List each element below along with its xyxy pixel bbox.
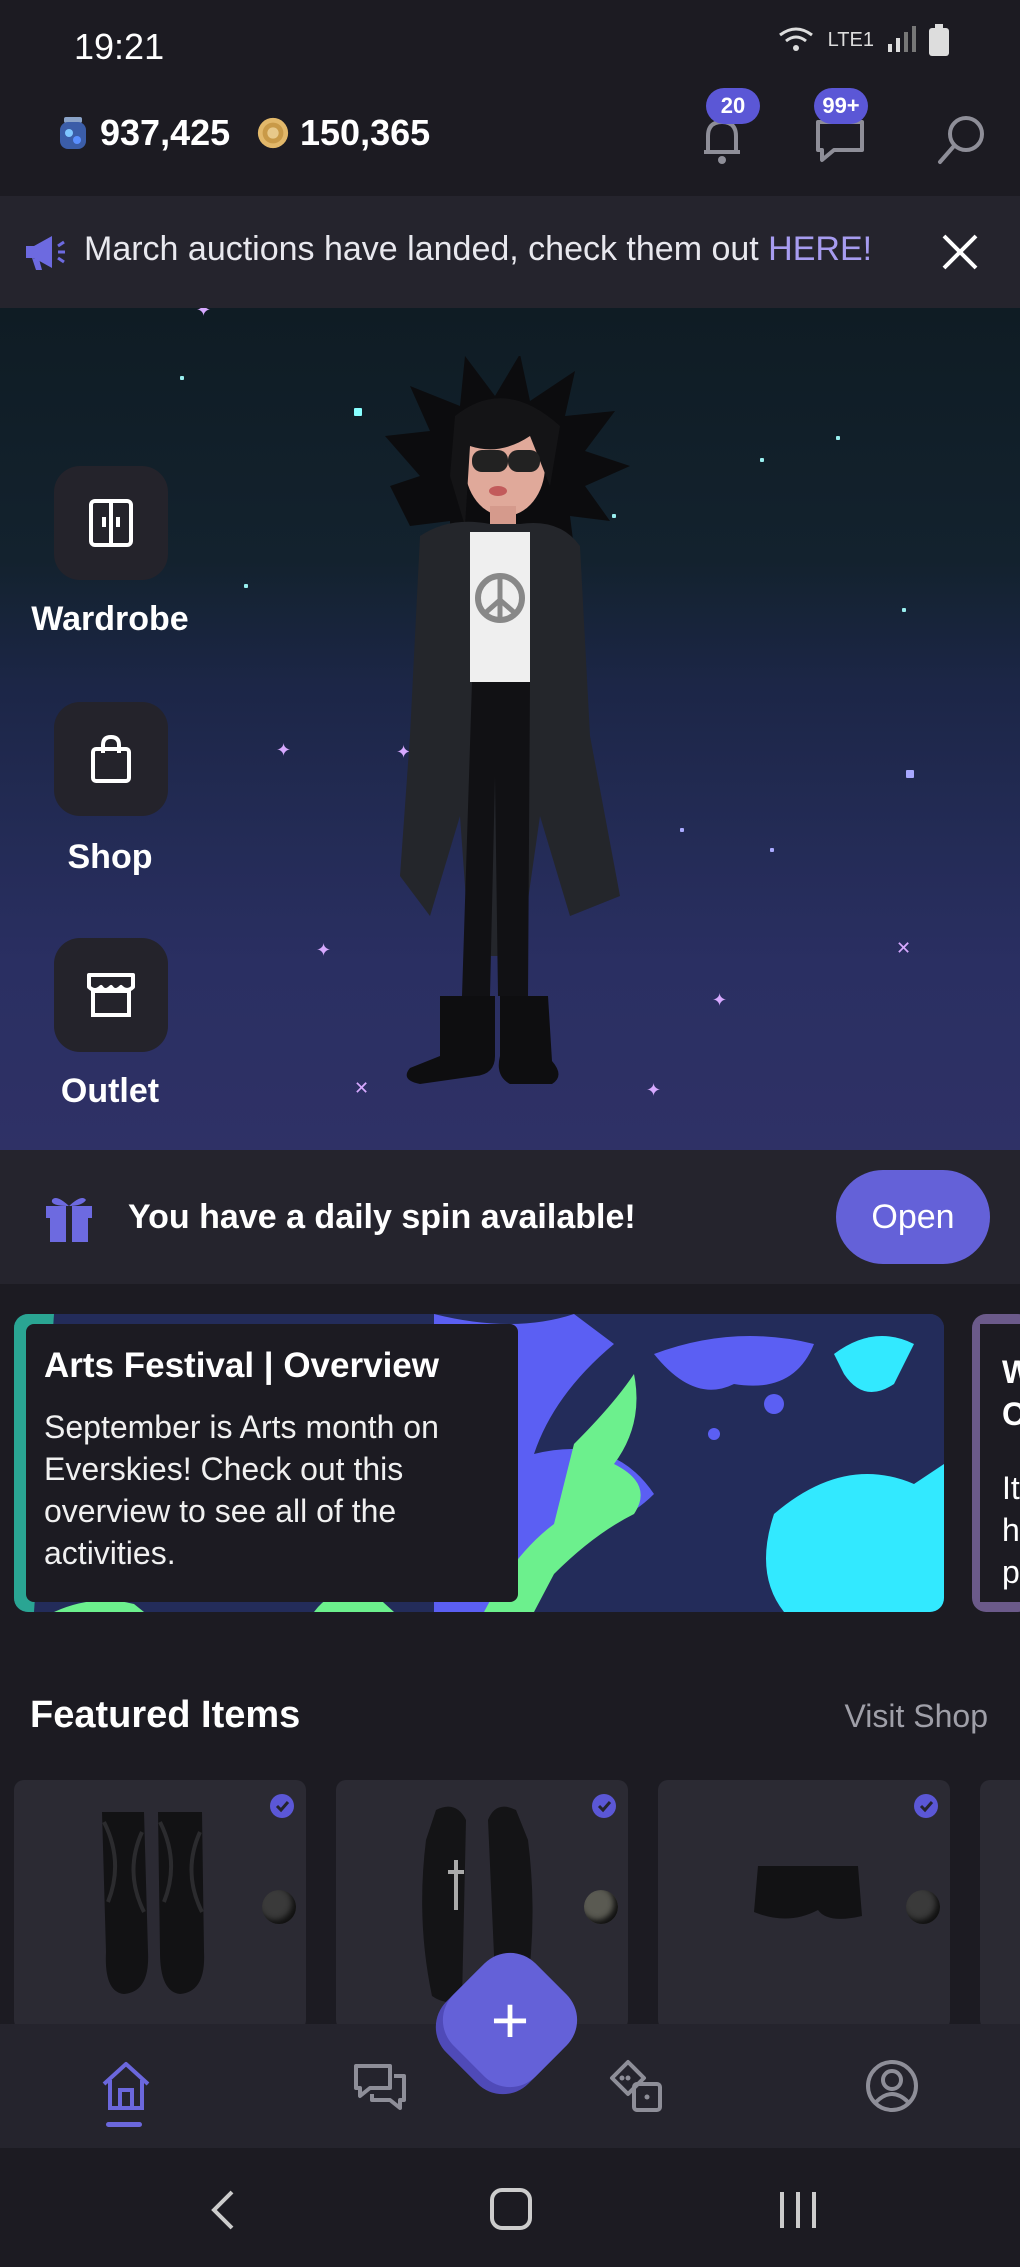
store-icon <box>87 973 135 1017</box>
announcement-link[interactable]: HERE! <box>768 230 872 268</box>
back-icon[interactable] <box>208 2188 238 2232</box>
news-card-next-line: h <box>1002 1512 1020 1548</box>
messages-badge: 99+ <box>814 88 868 124</box>
app-header: 937,425 150,365 20 99+ <box>0 88 1020 190</box>
sparkle: ✦ <box>646 1080 662 1100</box>
user-avatar[interactable] <box>380 356 640 1096</box>
shopping-bag-icon <box>91 734 131 783</box>
shop-label[interactable]: Shop <box>0 838 220 877</box>
news-card-next-line: It <box>1002 1470 1020 1506</box>
megaphone-icon <box>26 236 65 270</box>
featured-item[interactable] <box>14 1780 306 2030</box>
star <box>180 376 184 380</box>
star <box>836 436 840 440</box>
badge-icon <box>270 1794 294 1818</box>
coin-icon <box>257 117 289 149</box>
close-icon[interactable] <box>940 232 980 272</box>
outlet-label[interactable]: Outlet <box>0 1072 220 1111</box>
sparkle: ✦ <box>712 990 728 1010</box>
recents-icon[interactable] <box>776 2188 820 2232</box>
sparkle: ✦ <box>316 940 332 960</box>
active-tab-indicator <box>106 2122 142 2127</box>
plus-icon[interactable]: + <box>452 1962 568 2078</box>
signal-icon <box>888 26 916 52</box>
announcement-message: March auctions have landed, check them o… <box>84 230 769 268</box>
gift-icon <box>46 1198 92 1242</box>
star <box>680 828 684 832</box>
news-card-next[interactable]: W C It h p <box>972 1314 1020 1612</box>
status-time: 19:21 <box>74 26 165 67</box>
gems-value: 937,425 <box>100 112 231 153</box>
gems-balance[interactable]: 937,425 <box>56 112 230 154</box>
star <box>770 848 774 852</box>
notifications-button[interactable]: 20 <box>692 88 760 170</box>
avatar-scene: ✦ ✦ ✦ ✦ ✦ ✦ ✕ ✕ Wardrobe Shop Outlet <box>0 308 1020 1150</box>
daily-spin-banner: You have a daily spin available! Open <box>0 1150 1020 1284</box>
sparkle: ✕ <box>896 938 912 958</box>
system-navigation-bar <box>0 2148 1020 2267</box>
battery-icon <box>929 24 949 56</box>
star <box>244 584 248 588</box>
daily-spin-text: You have a daily spin available! <box>128 1198 636 1236</box>
sparkle: ✦ <box>276 740 292 760</box>
wifi-icon <box>778 27 813 51</box>
news-card-next-panel: W C It h p <box>980 1324 1020 1602</box>
mini-skirt-image <box>754 1866 862 1919</box>
chat-icon[interactable] <box>352 2058 408 2114</box>
badge-icon <box>592 1794 616 1818</box>
fur-boots-image <box>102 1812 205 1994</box>
dice-icon[interactable] <box>608 2058 664 2114</box>
status-indicators: LTE1 <box>776 24 950 56</box>
star <box>760 458 764 462</box>
status-bar: 19:21 LTE1 <box>0 0 1020 90</box>
sparkle: ✦ <box>196 308 212 320</box>
wardrobe-label[interactable]: Wardrobe <box>0 600 220 639</box>
visit-shop-link[interactable]: Visit Shop <box>845 1698 989 1735</box>
messages-button[interactable]: 99+ <box>810 88 870 170</box>
wardrobe-icon <box>89 499 133 547</box>
news-card[interactable]: Arts Festival | Overview September is Ar… <box>14 1314 944 1612</box>
news-card-body: September is Arts month on Everskies! Ch… <box>44 1409 439 1571</box>
featured-item[interactable] <box>980 1780 1020 2030</box>
coins-balance[interactable]: 150,365 <box>256 112 430 154</box>
announcement-text: March auctions have landed, check them o… <box>84 230 872 269</box>
star <box>902 608 906 612</box>
sparkle: ✕ <box>354 1078 370 1098</box>
color-swatch[interactable] <box>262 1890 296 1924</box>
network-type: LTE1 <box>827 28 874 51</box>
coins-value: 150,365 <box>300 112 431 153</box>
news-card-title: Arts Festival | Overview <box>44 1346 439 1385</box>
gem-jar-icon <box>60 117 86 149</box>
search-button[interactable] <box>932 110 992 170</box>
badge-icon <box>914 1794 938 1818</box>
announcement-banner: March auctions have landed, check them o… <box>0 196 1020 308</box>
star <box>906 770 914 778</box>
news-card-next-subtitle: C <box>1002 1396 1020 1432</box>
open-spin-button[interactable]: Open <box>836 1170 990 1264</box>
color-swatch[interactable] <box>584 1890 618 1924</box>
featured-item[interactable] <box>658 1780 950 2030</box>
shop-button[interactable] <box>54 702 168 816</box>
color-swatch[interactable] <box>906 1890 940 1924</box>
featured-items-title: Featured Items <box>30 1694 301 1736</box>
news-card-panel: Arts Festival | Overview September is Ar… <box>26 1324 518 1602</box>
search-icon <box>938 116 984 164</box>
news-card-next-title: W <box>1002 1354 1020 1390</box>
home-icon[interactable] <box>98 2058 154 2114</box>
outlet-button[interactable] <box>54 938 168 1052</box>
wardrobe-button[interactable] <box>54 466 168 580</box>
star <box>354 408 362 416</box>
notifications-badge: 20 <box>706 88 760 124</box>
profile-icon[interactable] <box>864 2058 920 2114</box>
home-system-icon[interactable] <box>488 2186 534 2232</box>
news-card-next-line: p <box>1002 1554 1020 1590</box>
